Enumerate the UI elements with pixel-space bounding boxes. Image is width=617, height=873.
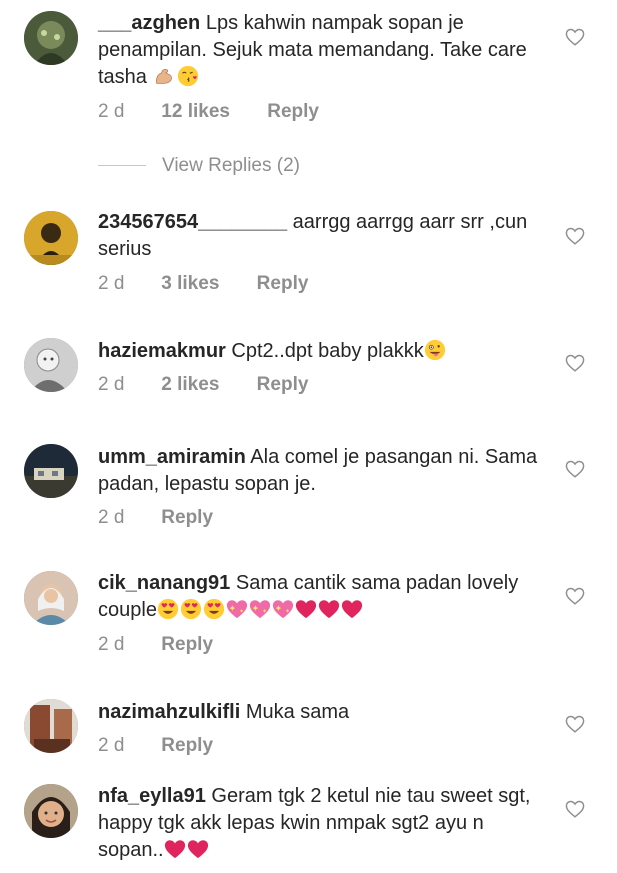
timestamp: 2 d: [98, 101, 125, 122]
comment-meta: 2 d 2 likes Reply: [98, 374, 308, 396]
comment-body: nfa_eylla91 Geram tgk 2 ketul nie tau sw…: [98, 783, 548, 864]
username[interactable]: 234567654________: [98, 211, 287, 233]
username[interactable]: nfa_eylla91: [98, 785, 206, 807]
likes-count[interactable]: 3 likes: [161, 273, 219, 295]
flexed-biceps-icon: [153, 65, 175, 87]
like-heart-icon[interactable]: [565, 227, 585, 245]
reply-button[interactable]: Reply: [161, 735, 213, 757]
comment-text: Muka sama: [245, 701, 350, 723]
comment-meta: 2 d 12 likes Reply: [98, 101, 319, 123]
comment-body: cik_nanang91 Sama cantik sama padan love…: [98, 570, 548, 624]
avatar[interactable]: [24, 784, 78, 838]
comment-body: 234567654________ aarrgg aarrgg aarr srr…: [98, 209, 548, 263]
timestamp: 2 d: [98, 374, 125, 395]
zany-face-icon: [424, 339, 446, 361]
like-heart-icon[interactable]: [565, 587, 585, 605]
likes-count[interactable]: 2 likes: [161, 374, 219, 396]
timestamp: 2 d: [98, 735, 125, 756]
comment-meta: 2 d Reply: [98, 634, 213, 656]
reply-button[interactable]: Reply: [161, 507, 213, 529]
avatar[interactable]: [24, 338, 78, 392]
reply-button[interactable]: Reply: [161, 634, 213, 656]
view-replies-label[interactable]: View Replies (2): [162, 155, 300, 177]
like-heart-icon[interactable]: [565, 715, 585, 733]
sparkling-heart-icon: [272, 598, 294, 620]
sparkling-heart-icon: [226, 598, 248, 620]
avatar[interactable]: [24, 444, 78, 498]
username[interactable]: ___azghen: [98, 12, 200, 34]
comment-body: ___azghen Lps kahwin nampak sopan je pen…: [98, 10, 548, 91]
like-heart-icon[interactable]: [565, 800, 585, 818]
username[interactable]: haziemakmur: [98, 340, 226, 362]
comment-body: nazimahzulkifli Muka sama: [98, 699, 548, 726]
comment-meta: 2 d 3 likes Reply: [98, 273, 308, 295]
timestamp: 2 d: [98, 273, 125, 294]
heart-eyes-icon: [180, 598, 202, 620]
like-heart-icon[interactable]: [565, 28, 585, 46]
like-heart-icon[interactable]: [565, 460, 585, 478]
avatar[interactable]: [24, 699, 78, 753]
timestamp: 2 d: [98, 634, 125, 655]
red-heart-icon: [164, 838, 186, 860]
reply-button[interactable]: Reply: [257, 273, 309, 295]
view-replies-divider: [98, 165, 146, 166]
red-heart-icon: [187, 838, 209, 860]
red-heart-icon: [341, 598, 363, 620]
heart-eyes-icon: [157, 598, 179, 620]
comment-body: umm_amiramin Ala comel je pasangan ni. S…: [98, 444, 548, 498]
reply-button[interactable]: Reply: [257, 374, 309, 396]
avatar[interactable]: [24, 11, 78, 65]
heart-eyes-icon: [203, 598, 225, 620]
comment-text: Cpt2..dpt baby plakkk: [231, 340, 424, 362]
avatar[interactable]: [24, 211, 78, 265]
timestamp: 2 d: [98, 507, 125, 528]
comment-meta: 2 d Reply: [98, 507, 213, 529]
sparkling-heart-icon: [249, 598, 271, 620]
username[interactable]: cik_nanang91: [98, 572, 230, 594]
avatar[interactable]: [24, 571, 78, 625]
red-heart-icon: [295, 598, 317, 620]
like-heart-icon[interactable]: [565, 354, 585, 372]
red-heart-icon: [318, 598, 340, 620]
username[interactable]: nazimahzulkifli: [98, 701, 240, 723]
likes-count[interactable]: 12 likes: [161, 101, 230, 123]
comment-body: haziemakmur Cpt2..dpt baby plakkk: [98, 338, 548, 365]
reply-button[interactable]: Reply: [267, 101, 319, 123]
comment-meta: 2 d Reply: [98, 735, 213, 757]
username[interactable]: umm_amiramin: [98, 446, 246, 468]
face-blowing-kiss-icon: [177, 65, 199, 87]
